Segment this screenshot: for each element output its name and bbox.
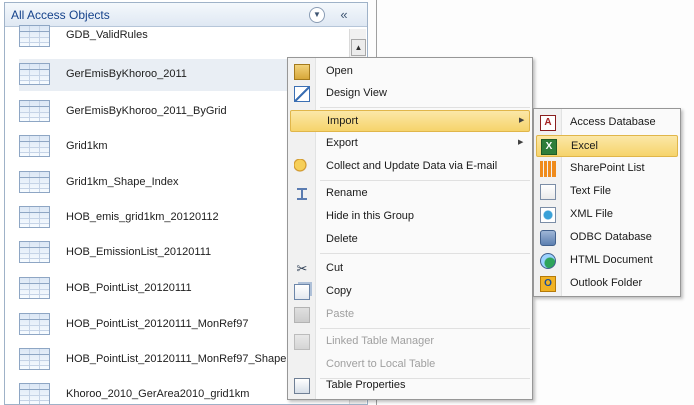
menu-item-label: Copy [326, 285, 352, 297]
menu-item-hide-in-group[interactable]: Hide in this Group [290, 206, 530, 228]
linked-table-icon [294, 334, 310, 350]
table-icon [19, 383, 50, 404]
submenu-item-label: HTML Document [570, 254, 653, 266]
text-file-icon [540, 184, 556, 200]
scissors-icon: ✂ [296, 261, 308, 276]
html-document-icon [540, 253, 556, 269]
table-icon [19, 171, 50, 193]
submenu-item-outlook-folder[interactable]: O Outlook Folder [536, 273, 678, 295]
menu-item-label: Paste [326, 308, 355, 320]
odbc-database-icon [540, 230, 556, 246]
submenu-item-label: XML File [570, 208, 613, 220]
nav-item-label: Grid1km [66, 140, 108, 152]
menu-item-label: Delete [326, 233, 358, 245]
menu-item-export[interactable]: Export ▶ [290, 133, 530, 155]
menu-separator [320, 328, 530, 329]
sharepoint-list-icon [540, 161, 556, 177]
menu-item-label: Cut [326, 262, 344, 274]
submenu-item-label: Outlook Folder [570, 277, 643, 289]
menu-item-open[interactable]: Open [290, 61, 530, 83]
outlook-folder-icon: O [540, 276, 556, 292]
paste-icon [294, 307, 310, 323]
nav-item-label: HOB_PointList_20120111_MonRef97_Shape [66, 353, 287, 365]
excel-icon: X [541, 139, 557, 155]
submenu-item-html-document[interactable]: HTML Document [536, 250, 678, 272]
nav-item-label: GDB_ValidRules [66, 29, 148, 41]
menu-item-convert-local: Convert to Local Table [290, 354, 530, 376]
access-database-icon: A [540, 115, 556, 131]
menu-item-collect-data[interactable]: Collect and Update Data via E-mail [290, 156, 530, 178]
menu-item-delete[interactable]: Delete [290, 229, 530, 251]
menu-item-label: Linked Table Manager [326, 335, 435, 347]
menu-item-label: Collect and Update Data via E-mail [326, 160, 498, 172]
submenu-arrow-icon: ▶ [519, 117, 525, 124]
table-icon [19, 25, 50, 47]
nav-pane-title: All Access Objects [11, 8, 110, 22]
import-submenu: A Access Database X Excel SharePoint Lis… [533, 108, 681, 297]
menu-item-label: Hide in this Group [326, 210, 415, 222]
submenu-item-label: SharePoint List [570, 162, 645, 174]
rename-icon [294, 186, 310, 202]
submenu-item-excel[interactable]: X Excel [536, 135, 678, 157]
menu-item-label: Rename [326, 187, 368, 199]
table-icon [19, 241, 50, 263]
submenu-item-label: ODBC Database [570, 231, 652, 243]
menu-item-rename[interactable]: Rename [290, 183, 530, 205]
table-icon [19, 135, 50, 157]
menu-separator [320, 107, 530, 108]
scroll-up-arrow-icon[interactable]: ▲ [351, 39, 366, 56]
nav-item-label: HOB_PointList_20120111_MonRef97 [66, 318, 249, 330]
menu-item-linked-table-manager: Linked Table Manager [290, 331, 530, 353]
table-icon [19, 63, 50, 85]
menu-item-copy[interactable]: Copy [290, 281, 530, 303]
menu-item-label: Import [327, 115, 359, 127]
submenu-item-xml-file[interactable]: XML File [536, 204, 678, 226]
menu-separator [320, 180, 530, 181]
submenu-item-text-file[interactable]: Text File [536, 181, 678, 203]
nav-item-gdb-validrules[interactable]: GDB_ValidRules [19, 21, 349, 53]
design-view-icon [294, 86, 310, 102]
submenu-arrow-icon: ▶ [518, 139, 524, 146]
nav-item-label: HOB_EmissionList_20120111 [66, 246, 212, 258]
menu-item-label: Table Properties [326, 379, 406, 391]
context-menu: Open Design View Import ▶ Export ▶ Colle… [287, 57, 533, 400]
open-icon [294, 64, 310, 80]
table-properties-icon [294, 378, 310, 394]
submenu-item-label: Access Database [570, 116, 656, 128]
nav-item-label: Khoroo_2010_GerArea2010_grid1km [66, 388, 250, 400]
copy-icon [294, 284, 310, 300]
menu-item-paste: Paste [290, 304, 530, 326]
menu-item-label: Export [326, 137, 358, 149]
menu-item-cut[interactable]: ✂ Cut [290, 258, 530, 280]
menu-item-label: Convert to Local Table [326, 358, 436, 370]
submenu-item-label: Text File [570, 185, 611, 197]
menu-item-label: Design View [326, 87, 387, 99]
table-icon [19, 348, 50, 370]
menu-item-table-properties[interactable]: Table Properties [290, 375, 530, 397]
nav-item-label: HOB_PointList_20120111 [66, 282, 192, 294]
table-icon [19, 313, 50, 335]
menu-separator [320, 253, 530, 254]
menu-item-import[interactable]: Import ▶ [290, 110, 530, 132]
table-icon [19, 206, 50, 228]
xml-file-icon [540, 207, 556, 223]
submenu-item-access-database[interactable]: A Access Database [536, 112, 678, 134]
nav-item-label: Grid1km_Shape_Index [66, 176, 179, 188]
nav-item-label: HOB_emis_grid1km_20120112 [66, 211, 219, 223]
menu-item-design-view[interactable]: Design View [290, 83, 530, 105]
collect-data-icon [294, 159, 310, 175]
menu-item-label: Open [326, 65, 353, 77]
nav-item-label: GerEmisByKhoroo_2011 [66, 68, 187, 80]
table-icon [19, 100, 50, 122]
submenu-item-odbc-database[interactable]: ODBC Database [536, 227, 678, 249]
table-icon [19, 277, 50, 299]
submenu-item-sharepoint-list[interactable]: SharePoint List [536, 158, 678, 180]
submenu-item-label: Excel [571, 140, 598, 152]
nav-item-label: GerEmisByKhoroo_2011_ByGrid [66, 105, 227, 117]
